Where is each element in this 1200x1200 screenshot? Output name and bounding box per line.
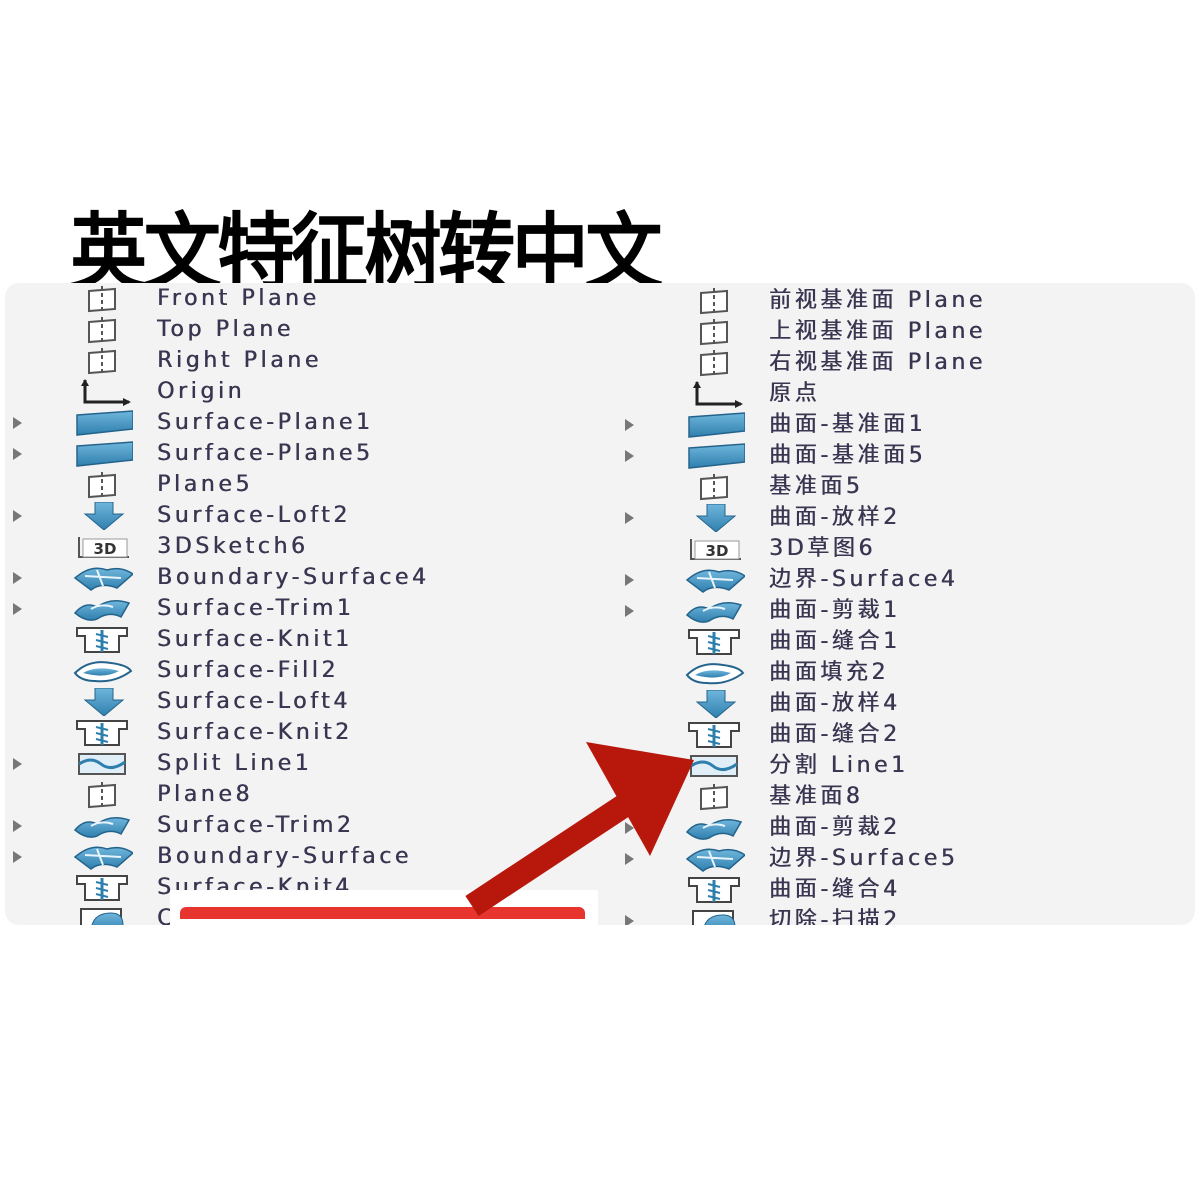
arrow-shaft: [465, 784, 647, 917]
arrow-head: [586, 742, 694, 856]
red-arrow-annotation: [465, 742, 694, 917]
